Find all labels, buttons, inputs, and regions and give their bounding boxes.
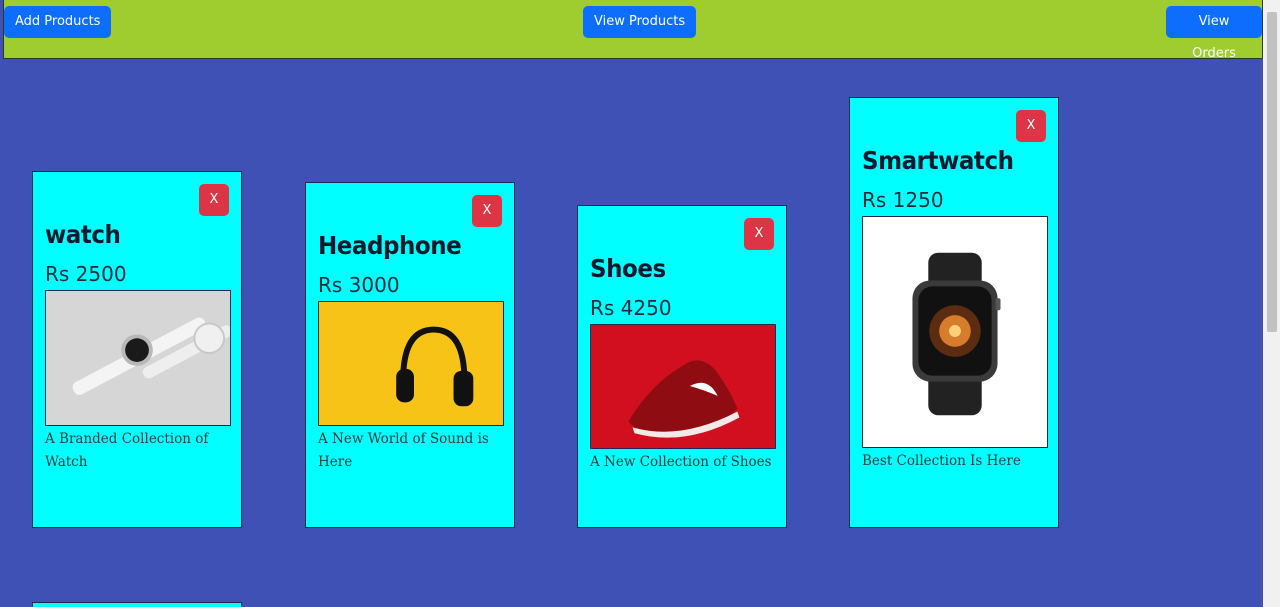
remove-product-button[interactable]: X: [1016, 110, 1046, 142]
product-description: Best Collection Is Here: [862, 453, 1021, 469]
add-products-button[interactable]: Add Products: [4, 6, 112, 38]
product-price: Rs 3000: [318, 273, 400, 297]
product-title: Smartwatch: [862, 146, 1014, 175]
vertical-scrollbar[interactable]: [1263, 0, 1280, 607]
remove-product-button[interactable]: X: [744, 218, 774, 250]
product-price: Rs 1250: [862, 188, 944, 212]
scrollbar-thumb[interactable]: [1267, 12, 1277, 332]
headphone-image: [318, 301, 504, 426]
product-title: Shoes: [590, 254, 666, 283]
product-card-watch: X watch Rs 2500 A Branded Collection of …: [32, 171, 242, 528]
product-card-smartwatch: X Smartwatch Rs 1250 Best Collection Is …: [849, 97, 1059, 528]
shoe-image: [590, 324, 776, 449]
watch-image: [45, 290, 231, 426]
product-description: A Branded Collection of Watch: [45, 431, 209, 470]
top-nav-bar: Add Products View Products View Orders: [3, 0, 1263, 61]
remove-product-button[interactable]: X: [472, 195, 502, 227]
product-card-shoes: X Shoes Rs 4250 A New Collection of Shoe…: [577, 205, 787, 528]
product-title: watch: [45, 220, 121, 249]
page: Add Products View Products View Orders X…: [0, 0, 1280, 607]
smartwatch-image: [862, 216, 1048, 448]
product-card-partial: [32, 602, 242, 607]
view-orders-button[interactable]: View Orders: [1166, 6, 1262, 61]
product-title: Headphone: [318, 231, 462, 260]
product-description: A New Collection of Shoes: [590, 454, 772, 470]
remove-product-button[interactable]: X: [199, 184, 229, 216]
product-price: Rs 4250: [590, 296, 672, 320]
product-description: A New World of Sound is Here: [318, 431, 489, 470]
product-card-headphone: X Headphone Rs 3000 A New World of Sound…: [305, 182, 515, 528]
product-price: Rs 2500: [45, 262, 127, 286]
view-products-button[interactable]: View Products: [583, 6, 697, 38]
